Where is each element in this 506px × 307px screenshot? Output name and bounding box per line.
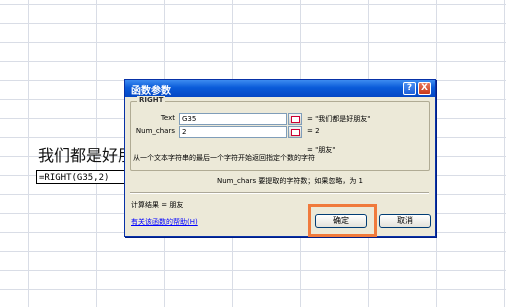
dialog-titlebar[interactable]: 函数参数 ? X — [125, 80, 435, 97]
help-icon[interactable]: ? — [403, 82, 416, 95]
dialog-title: 函数参数 — [131, 86, 171, 97]
function-arguments-dialog: 函数参数 ? X RIGHT Text G35 = "我们都是好朋友" Num_… — [124, 79, 436, 237]
function-help-link[interactable]: 有关该函数的帮助(H) — [131, 217, 198, 227]
num-chars-arg-result: = 2 — [307, 127, 320, 135]
arguments-group: RIGHT Text G35 = "我们都是好朋友" Num_chars 2 =… — [130, 96, 430, 171]
collapse-dialog-icon[interactable] — [288, 113, 302, 125]
arg-label-text: Text — [160, 114, 175, 122]
text-arg-input[interactable]: G35 — [179, 113, 287, 125]
num-chars-arg-input[interactable]: 2 — [179, 126, 287, 138]
collapse-dialog-icon[interactable] — [288, 126, 302, 138]
formula-cell[interactable]: =RIGHT(G35,2) — [36, 170, 132, 184]
ok-button-highlight — [308, 204, 377, 237]
close-icon[interactable]: X — [418, 82, 431, 95]
cell-text-value[interactable]: 我们都是好朋 — [38, 142, 134, 166]
argument-help-text: Num_chars 要提取的字符数；如果忽略，为 1 — [217, 177, 363, 185]
function-description: 从一个文本字符串的最后一个字符开始返回指定个数的字符 — [133, 154, 315, 162]
calculation-result: 计算结果 = 朋友 — [131, 201, 184, 209]
text-arg-result: = "我们都是好朋友" — [307, 115, 371, 123]
arg-label-num-chars: Num_chars — [135, 127, 175, 135]
dialog-divider — [130, 192, 429, 194]
cancel-button[interactable]: 取消 — [379, 214, 431, 228]
function-name-label: RIGHT — [137, 96, 166, 104]
